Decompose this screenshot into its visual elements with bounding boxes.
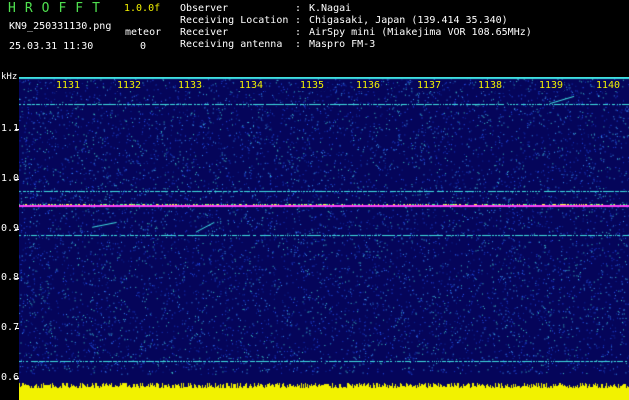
metadata-separator: : <box>295 15 302 26</box>
metadata-row-location: Receiving Location : Chigasaki, Japan (1… <box>180 15 532 27</box>
metadata-value: K.Nagai <box>309 3 352 14</box>
metadata-key: Receiver <box>180 27 229 38</box>
metadata-value: AirSpy mini (Miakejima VOR 108.65MHz) <box>309 27 532 38</box>
x-tick-label: 1132 <box>116 80 143 91</box>
metadata-row-observer: Observer : K.Nagai <box>180 3 532 15</box>
metadata-key: Receiving Location <box>180 15 289 26</box>
metadata-separator: : <box>295 3 302 14</box>
metadata-key: Receiving antenna <box>180 39 283 50</box>
x-tick-label: 1140 <box>595 80 622 91</box>
version-label: 1.0.0f <box>124 3 161 14</box>
app-title: HROFFT <box>8 1 109 16</box>
header: HROFFT 1.0.0f KN9_250331130.png meteor 2… <box>0 0 629 72</box>
metadata-block: Observer : K.Nagai Receiving Location : … <box>180 3 532 51</box>
metadata-key: Observer <box>180 3 229 14</box>
y-axis-unit: kHz <box>1 72 18 82</box>
filename-label: KN9_250331130.png <box>9 21 112 32</box>
metadata-row-receiver: Receiver : AirSpy mini (Miakejima VOR 10… <box>180 27 532 39</box>
x-tick-label: 1137 <box>416 80 443 91</box>
metadata-separator: : <box>295 39 302 50</box>
x-tick-label: 1135 <box>299 80 326 91</box>
meteor-count: 0 <box>140 41 147 52</box>
x-tick-label: 1134 <box>238 80 265 91</box>
metadata-separator: : <box>295 27 302 38</box>
timestamp-label: 25.03.31 11:30 <box>9 41 94 52</box>
x-tick-label: 1138 <box>477 80 504 91</box>
x-tick-label: 1131 <box>55 80 82 91</box>
metadata-value: Chigasaki, Japan (139.414 35.340) <box>309 15 508 26</box>
meteor-label: meteor <box>125 27 162 38</box>
x-tick-label: 1133 <box>177 80 204 91</box>
x-tick-label: 1139 <box>538 80 565 91</box>
x-tick-label: 1136 <box>355 80 382 91</box>
metadata-value: Maspro FM-3 <box>309 39 376 50</box>
spectrogram-plot <box>19 77 629 400</box>
metadata-row-antenna: Receiving antenna : Maspro FM-3 <box>180 39 532 51</box>
